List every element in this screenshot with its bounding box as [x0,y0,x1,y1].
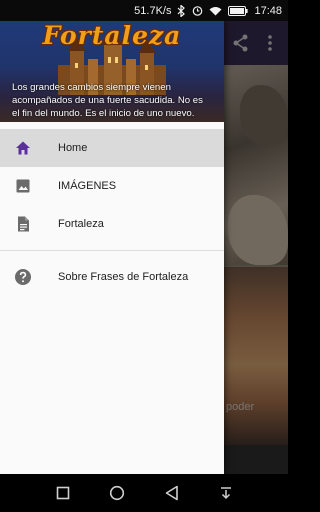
wifi-icon [209,6,222,16]
help-icon [14,268,32,286]
menu-item-fortaleza[interactable]: Fortaleza [0,205,224,243]
quote-line: acompañados de una fuerte sacudida. No e… [12,95,203,106]
network-speed: 51.7K/s [134,4,172,17]
menu-item-label: Home [58,142,88,154]
menu-item-label: Fortaleza [58,218,104,230]
status-bar: 51.7K/s 17:48 [0,0,288,21]
document-icon [14,215,32,233]
navigation-drawer: Fortaleza Los grandes cambios siempre vi… [0,21,224,474]
notification-pull-icon[interactable] [218,483,234,508]
menu-divider [0,250,224,251]
home-circle-icon[interactable] [108,483,126,508]
quote-line: el fin del mundo. Es el inicio de uno nu… [12,108,195,119]
image-icon [14,177,32,195]
quote-line: Los grandes cambios siempre vienen [12,82,171,93]
bluetooth-icon [177,4,186,17]
menu-item-label: Sobre Frases de Fortaleza [58,271,189,283]
drawer-quote: Los grandes cambios siempre vienen acomp… [12,81,224,120]
drawer-menu: Home IMÁGENES Fortaleza Sobre Frases de … [0,122,224,296]
back-icon[interactable] [164,483,180,508]
system-nav-bar [0,474,288,512]
alarm-icon [192,5,203,16]
app-logo-text: Fortaleza [42,21,182,50]
menu-item-label: IMÁGENES [58,180,117,192]
menu-item-home[interactable]: Home [0,129,224,167]
battery-icon [228,5,249,16]
menu-item-about[interactable]: Sobre Frases de Fortaleza [0,258,224,296]
recents-icon[interactable] [56,483,70,508]
drawer-header: Fortaleza Los grandes cambios siempre vi… [0,21,224,122]
home-icon [14,139,32,157]
clock: 17:48 [254,4,282,17]
menu-item-imagenes[interactable]: IMÁGENES [0,167,224,205]
